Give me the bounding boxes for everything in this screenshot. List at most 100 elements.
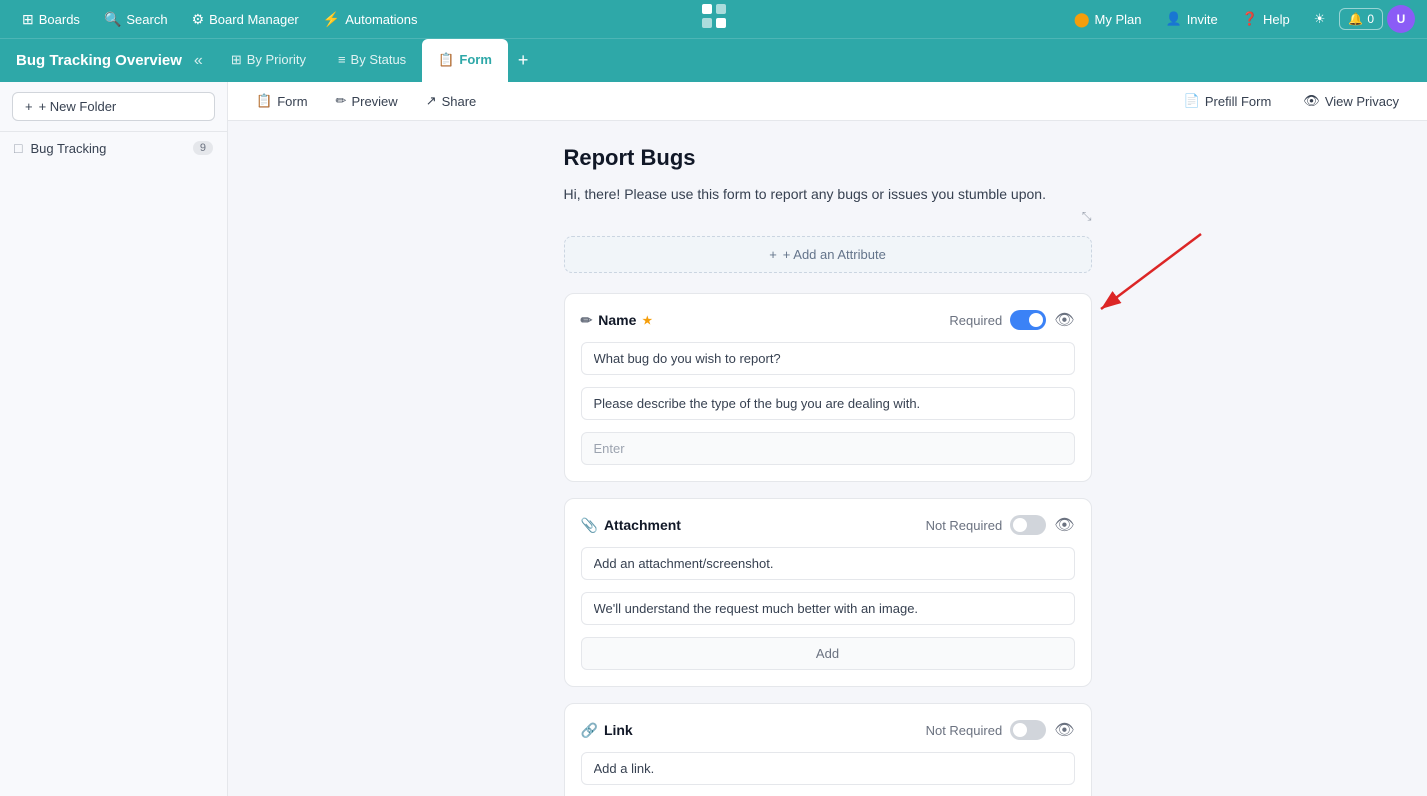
nav-automations[interactable]: ⚡ Automations <box>313 7 428 32</box>
form-tab-label: Form <box>459 52 492 67</box>
my-plan-btn[interactable]: ⬤ My Plan <box>1064 7 1152 32</box>
help-btn[interactable]: ❓ Help <box>1232 7 1300 31</box>
attachment-field-card: 📎 Attachment Not Required 👁 Add <box>564 498 1092 687</box>
name-required-toggle[interactable] <box>1010 310 1046 330</box>
name-input-1[interactable] <box>581 342 1075 375</box>
preview-label: Preview <box>351 94 397 109</box>
help-label: Help <box>1263 12 1290 27</box>
add-attribute-btn[interactable]: + + Add an Attribute <box>564 236 1092 273</box>
invite-icon: 👤 <box>1166 11 1182 27</box>
attachment-visibility-icon[interactable]: 👁 <box>1054 515 1074 535</box>
plan-icon: ⬤ <box>1074 11 1090 28</box>
link-field-card: 🔗 Link Not Required 👁 <box>564 703 1092 796</box>
page-title: Bug Tracking Overview <box>8 52 190 69</box>
share-btn[interactable]: ↗ Share <box>414 88 489 114</box>
sidebar: + + New Folder □ Bug Tracking 9 <box>0 82 228 796</box>
user-avatar[interactable]: U <box>1387 5 1415 33</box>
plus-icon: + <box>25 99 33 114</box>
invite-label: Invite <box>1187 12 1218 27</box>
form-btn-icon: 📋 <box>256 93 272 109</box>
link-required-label: Not Required <box>926 723 1003 738</box>
search-icon: 🔍 <box>104 11 121 28</box>
pencil-icon: ✏ <box>581 312 593 329</box>
top-nav: ⊞ Boards 🔍 Search ⚙ Board Manager ⚡ Auto… <box>0 0 1427 38</box>
name-enter-area[interactable]: Enter <box>581 432 1075 465</box>
collapse-sidebar-btn[interactable]: « <box>190 48 207 74</box>
form-btn-label: Form <box>277 94 307 109</box>
boards-icon: ⊞ <box>22 11 34 28</box>
sidebar-item-label: Bug Tracking <box>30 141 106 156</box>
top-nav-right: ⬤ My Plan 👤 Invite ❓ Help ☀ 🔔 0 U <box>1064 5 1415 33</box>
attachment-input-1[interactable] <box>581 547 1075 580</box>
by-priority-icon: ⊞ <box>231 52 242 68</box>
form-container: Report Bugs Hi, there! Please use this f… <box>548 145 1108 796</box>
new-folder-label: + New Folder <box>39 99 117 114</box>
main-layout: + + New Folder □ Bug Tracking 9 📋 Form ✏… <box>0 82 1427 796</box>
tab-form[interactable]: 📋 Form <box>422 39 508 82</box>
view-privacy-btn[interactable]: 👁 View Privacy <box>1291 88 1411 114</box>
attachment-required-label: Not Required <box>926 518 1003 533</box>
form-content-area: Report Bugs Hi, there! Please use this f… <box>228 121 1427 796</box>
second-nav: Bug Tracking Overview « ⊞ By Priority ≡ … <box>0 38 1427 82</box>
prefill-label: Prefill Form <box>1205 94 1271 109</box>
attachment-add-btn[interactable]: Add <box>581 637 1075 670</box>
name-field-card: ✏ Name ★ Required 👁 Enter <box>564 293 1092 482</box>
prefill-form-btn[interactable]: 📄 Prefill Form <box>1172 88 1284 114</box>
link-label-text: Link <box>604 722 633 738</box>
boards-label: Boards <box>39 12 80 27</box>
search-label: Search <box>126 12 167 27</box>
attachment-label-text: Attachment <box>604 517 681 533</box>
tab-bar: ⊞ By Priority ≡ By Status 📋 Form + <box>215 39 539 82</box>
tab-by-priority[interactable]: ⊞ By Priority <box>215 39 322 82</box>
link-visibility-icon[interactable]: 👁 <box>1054 720 1074 740</box>
link-required-toggle[interactable] <box>1010 720 1046 740</box>
folder-icon: □ <box>14 140 22 156</box>
link-input-1[interactable] <box>581 752 1075 785</box>
resize-handle[interactable]: ⤡ <box>564 209 1092 224</box>
name-label-text: Name <box>598 312 636 328</box>
notifications-btn[interactable]: 🔔 0 <box>1339 8 1383 30</box>
invite-btn[interactable]: 👤 Invite <box>1156 7 1228 31</box>
attachment-field-label: 📎 Attachment <box>581 517 681 534</box>
help-icon: ❓ <box>1242 11 1258 27</box>
link-icon: 🔗 <box>581 722 598 739</box>
eye-privacy-icon: 👁 <box>1303 93 1320 109</box>
sidebar-item-badge: 9 <box>193 141 213 155</box>
star-icon: ★ <box>642 314 652 327</box>
sidebar-item-bug-tracking[interactable]: □ Bug Tracking 9 <box>0 132 227 164</box>
name-field-controls: Required 👁 <box>949 310 1074 330</box>
automations-icon: ⚡ <box>323 11 340 28</box>
board-manager-label: Board Manager <box>209 12 299 27</box>
add-tab-btn[interactable]: + <box>508 39 539 82</box>
sidebar-toolbar: + + New Folder <box>0 82 227 132</box>
form-tab-icon: 📋 <box>438 52 454 68</box>
attachment-required-toggle[interactable] <box>1010 515 1046 535</box>
my-plan-label: My Plan <box>1095 12 1142 27</box>
attachment-icon: 📎 <box>581 517 598 534</box>
theme-btn[interactable]: ☀ <box>1304 7 1336 31</box>
nav-search[interactable]: 🔍 Search <box>94 7 178 32</box>
preview-btn[interactable]: ✏ Preview <box>324 88 410 114</box>
add-attribute-plus-icon: + <box>769 247 777 262</box>
name-visibility-icon[interactable]: 👁 <box>1054 310 1074 330</box>
sub-toolbar-right: 📄 Prefill Form 👁 View Privacy <box>1172 88 1411 114</box>
notif-count: 0 <box>1367 12 1374 26</box>
board-manager-icon: ⚙ <box>192 11 205 28</box>
nav-boards[interactable]: ⊞ Boards <box>12 7 90 32</box>
preview-icon: ✏ <box>336 93 347 109</box>
enter-label: Enter <box>594 441 625 456</box>
attachment-input-2[interactable] <box>581 592 1075 625</box>
form-btn[interactable]: 📋 Form <box>244 88 320 114</box>
new-folder-btn[interactable]: + + New Folder <box>12 92 215 121</box>
automations-label: Automations <box>345 12 417 27</box>
attachment-field-header: 📎 Attachment Not Required 👁 <box>581 515 1075 535</box>
name-input-2[interactable] <box>581 387 1075 420</box>
nav-board-manager[interactable]: ⚙ Board Manager <box>182 7 309 32</box>
view-privacy-label: View Privacy <box>1325 94 1399 109</box>
tab-by-status[interactable]: ≡ By Status <box>322 39 422 82</box>
app-logo <box>698 0 730 38</box>
form-description: Hi, there! Please use this form to repor… <box>564 183 1092 205</box>
bell-icon: 🔔 <box>1348 12 1363 26</box>
link-field-label: 🔗 Link <box>581 722 633 739</box>
share-icon: ↗ <box>426 93 437 109</box>
